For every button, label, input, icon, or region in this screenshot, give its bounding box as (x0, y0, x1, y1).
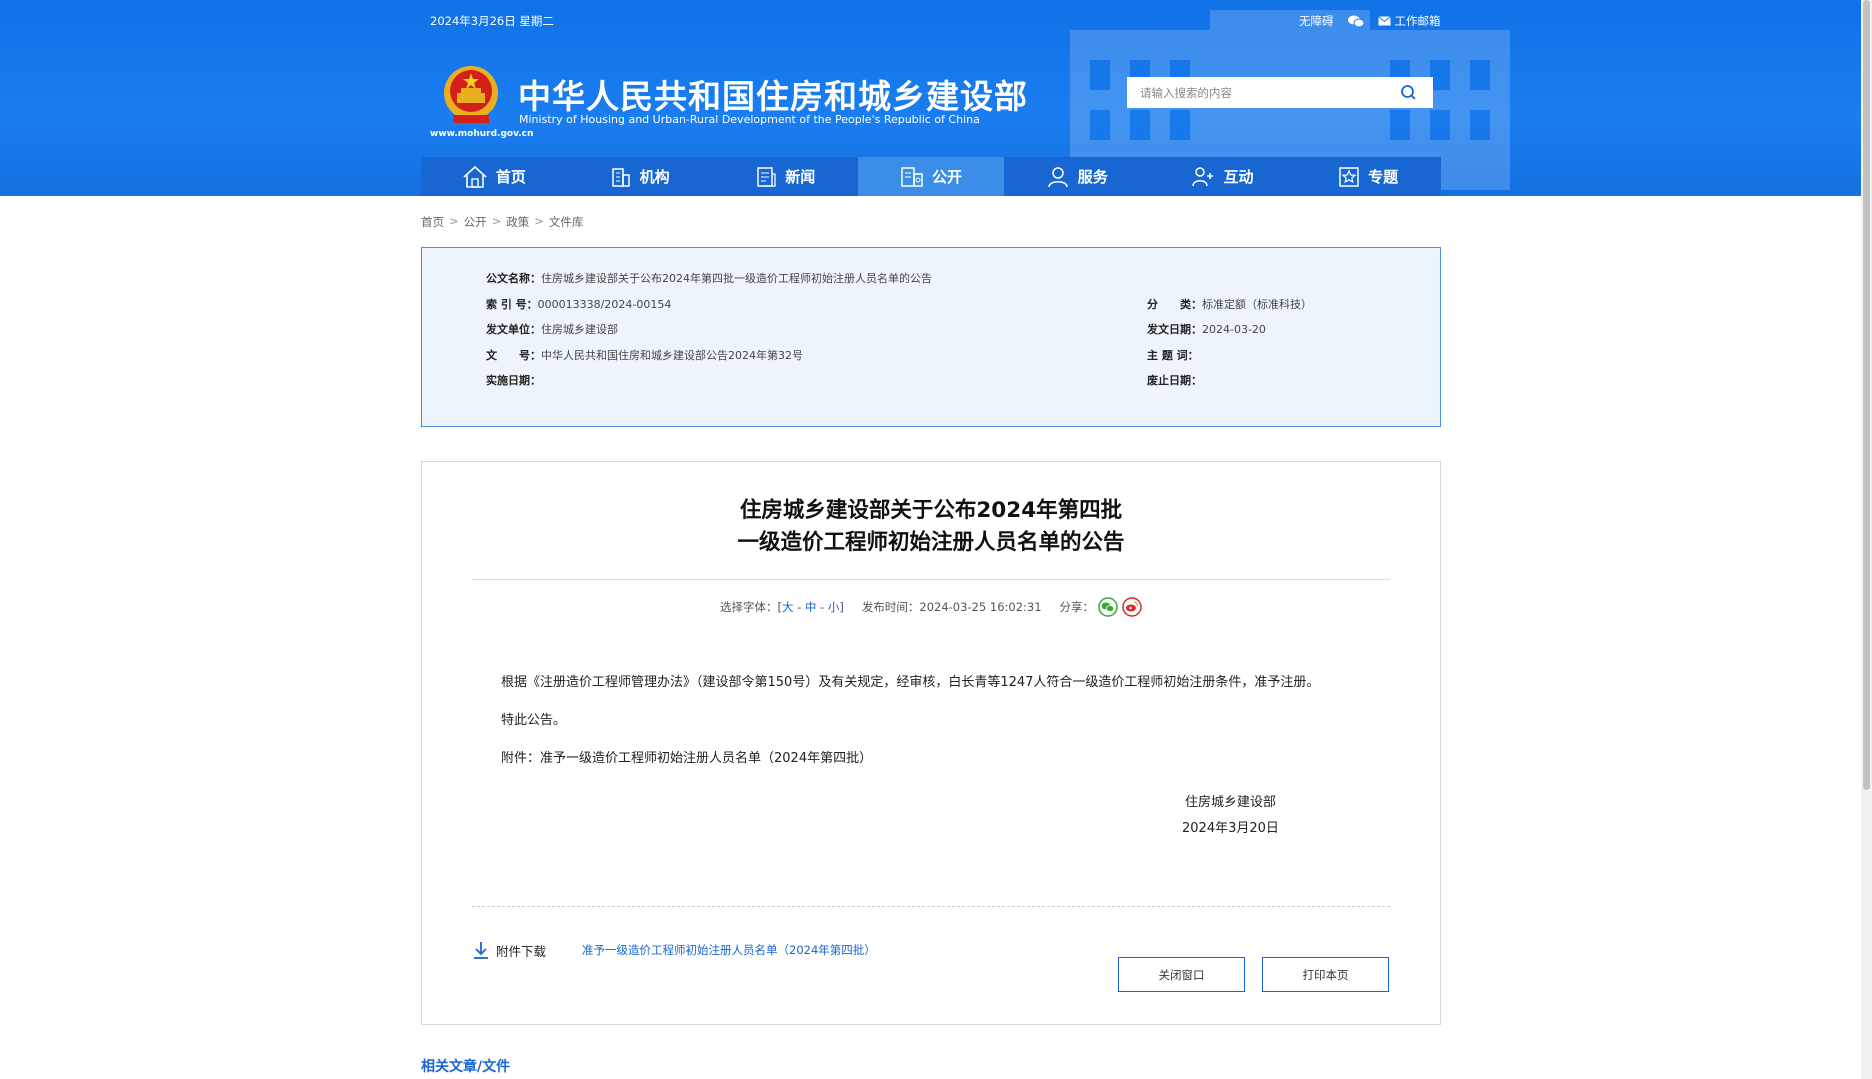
meta-subject: 主 题 词： (1147, 349, 1199, 362)
nav-item-organization[interactable]: 机构 (567, 157, 713, 196)
article-tools: 选择字体：[大 - 中 - 小] 发布时间：2024-03-25 16:02:3… (422, 597, 1440, 617)
breadcrumb-separator: > (491, 214, 502, 228)
nav-label: 互动 (1223, 168, 1254, 186)
mail-icon (1377, 16, 1391, 26)
ministry-title: 中华人民共和国住房和城乡建设部 (518, 77, 1028, 116)
nav-item-interact[interactable]: 互动 (1150, 157, 1296, 196)
paragraph: 特此公告。 (501, 713, 567, 728)
share-bar: 分享： (1060, 597, 1143, 617)
print-page-button[interactable]: 打印本页 (1262, 957, 1389, 992)
nav-label: 专题 (1368, 168, 1399, 186)
ministry-title-english: Ministry of Housing and Urban-Rural Deve… (519, 113, 980, 126)
meta-implementation-date: 实施日期： (486, 374, 541, 387)
main-nav: 首页 机构 新闻 公开 服务 互动 专题 (421, 157, 1441, 196)
top-links: 无障碍 工作邮箱 (1299, 13, 1441, 29)
publish-time: 发布时间：2024-03-25 16:02:31 (861, 600, 1042, 614)
share-label: 分享： (1059, 600, 1095, 614)
current-date: 2024年3月26日 星期二 (430, 14, 554, 28)
scrollbar-thumb[interactable] (1863, 0, 1870, 790)
site-header: 2024年3月26日 星期二 无障碍 工作邮箱 www.mohurd.gov.c… (0, 0, 1861, 196)
mail-label: 工作邮箱 (1394, 14, 1441, 28)
nav-label: 首页 (495, 168, 526, 186)
article-title: 住房城乡建设部关于公布2024年第四批 一级造价工程师初始注册人员名单的公告 (422, 495, 1440, 559)
nav-label: 服务 (1077, 168, 1108, 186)
article-panel: 住房城乡建设部关于公布2024年第四批 一级造价工程师初始注册人员名单的公告 选… (421, 461, 1441, 1025)
download-icon (474, 942, 488, 959)
nav-label: 公开 (932, 168, 963, 186)
signature-date: 2024年3月20日 (1182, 821, 1279, 836)
paragraph: 根据《注册造价工程师管理办法》（建设部令第150号）及有关规定，经审核，白长青等… (501, 675, 1320, 690)
mail-link[interactable]: 工作邮箱 (1377, 13, 1441, 29)
breadcrumb-open[interactable]: 公开 (464, 214, 487, 230)
paragraph: 附件：准予一级造价工程师初始注册人员名单（2024年第四批） (501, 751, 873, 766)
nav-item-news[interactable]: 新闻 (712, 157, 858, 196)
document-metadata-panel: 公文名称：住房城乡建设部关于公布2024年第四批一级造价工程师初始注册人员名单的… (421, 247, 1441, 427)
breadcrumb: 首页 > 公开 > 政策 > 文件库 (421, 214, 583, 230)
search-icon[interactable] (1400, 84, 1417, 101)
font-large-link[interactable]: 大 (782, 600, 794, 614)
breadcrumb-separator: > (534, 214, 544, 228)
meta-index: 索 引 号：000013338/2024-00154 (486, 298, 672, 311)
signature-org: 住房城乡建设部 (1184, 795, 1276, 810)
wechat-share-icon[interactable] (1098, 597, 1118, 617)
signature-block: 住房城乡建设部 2024年3月20日 (1182, 790, 1279, 842)
national-emblem-icon (444, 66, 498, 123)
attachment-download: 附件下载 (472, 940, 546, 960)
font-size-selector: 选择字体：[大 - 中 - 小] (719, 600, 844, 614)
meta-abolish-date: 废止日期： (1147, 374, 1202, 387)
font-small-link[interactable]: 小 (828, 600, 840, 614)
attachment-link[interactable]: 准予一级造价工程师初始注册人员名单（2024年第四批） (582, 942, 876, 958)
article-title-line2: 一级造价工程师初始注册人员名单的公告 (737, 530, 1125, 555)
dashed-divider (472, 906, 1390, 907)
meta-issue-date: 发文日期：2024-03-20 (1147, 323, 1266, 336)
search-input[interactable] (1140, 85, 1390, 100)
nav-label: 新闻 (785, 168, 816, 186)
scrollbar[interactable] (1861, 0, 1872, 1079)
font-medium-link[interactable]: 中 (805, 600, 817, 614)
attachment-label: 附件下载 (496, 943, 547, 959)
nav-item-service[interactable]: 服务 (1004, 157, 1150, 196)
home-icon (463, 165, 487, 188)
building-icon (611, 167, 630, 187)
accessibility-link[interactable]: 无障碍 (1299, 13, 1334, 29)
nav-item-home[interactable]: 首页 (421, 157, 567, 196)
meta-issuer: 发文单位：住房城乡建设部 (486, 323, 618, 336)
topic-icon (1339, 166, 1359, 187)
open-icon (901, 166, 923, 187)
site-url: www.mohurd.gov.cn (430, 129, 534, 139)
divider (472, 579, 1390, 580)
related-articles-heading: 相关文章/文件 (421, 1059, 511, 1075)
breadcrumb-library[interactable]: 文件库 (549, 214, 584, 230)
news-icon (757, 166, 776, 187)
article-body: 根据《注册造价工程师管理办法》（建设部令第150号）及有关规定，经审核，白长青等… (501, 674, 1381, 788)
meta-name: 公文名称：住房城乡建设部关于公布2024年第四批一级造价工程师初始注册人员名单的… (486, 272, 932, 285)
article-title-line1: 住房城乡建设部关于公布2024年第四批 (739, 498, 1123, 523)
close-window-button[interactable]: 关闭窗口 (1118, 957, 1245, 992)
breadcrumb-policy[interactable]: 政策 (506, 214, 529, 230)
nav-label: 机构 (639, 168, 670, 186)
meta-doc-number: 文 号：中华人民共和国住房和城乡建设部公告2024年第32号 (486, 349, 803, 362)
wechat-icon[interactable] (1347, 15, 1364, 28)
nav-item-topic[interactable]: 专题 (1295, 157, 1441, 196)
nav-item-open[interactable]: 公开 (858, 157, 1004, 196)
weibo-share-icon[interactable] (1122, 597, 1142, 617)
search-box (1127, 77, 1433, 108)
meta-category: 分 类：标准定额（标准科技） (1147, 298, 1312, 311)
interact-icon (1192, 166, 1214, 186)
breadcrumb-separator: > (449, 214, 459, 228)
breadcrumb-home[interactable]: 首页 (421, 214, 444, 230)
service-icon (1047, 166, 1068, 187)
